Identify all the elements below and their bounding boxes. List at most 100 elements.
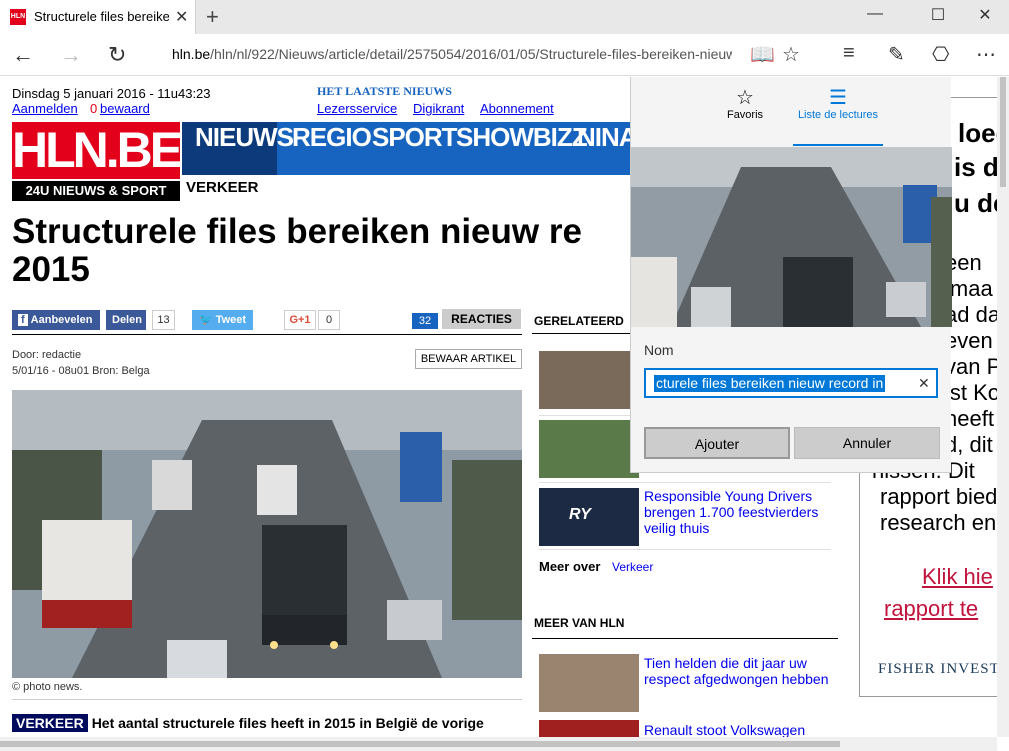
horizontal-scrollbar[interactable] xyxy=(0,737,997,751)
site-favicon-icon: HLN xyxy=(10,9,26,25)
share-icon[interactable]: ⎔ xyxy=(932,42,949,67)
headline-line-2: 2015 xyxy=(12,250,90,289)
ad-line-5: van P xyxy=(945,354,997,379)
refresh-icon[interactable]: ↻ xyxy=(108,42,126,68)
more-hln-link-1[interactable]: Tien helden die dit jaar uw respect afge… xyxy=(644,655,834,687)
reactions-button[interactable]: REACTIES xyxy=(442,309,521,329)
more-about-label: Meer over xyxy=(539,559,601,574)
related-header: GERELATEERD xyxy=(534,314,624,328)
more-icon[interactable]: ⋯ xyxy=(976,42,996,67)
paper-logo[interactable]: HET LAATSTE NIEUWS xyxy=(317,84,452,99)
name-input[interactable]: cturele files bereiken nieuw record in ✕ xyxy=(644,368,938,398)
cancel-button[interactable]: Annuler xyxy=(794,427,940,459)
tweet-button[interactable]: 🐦 Tweet xyxy=(192,310,253,330)
gplus-count: 0 xyxy=(318,310,340,330)
related-link-1[interactable]: Responsible Young Drivers brengen 1.700 … xyxy=(644,488,834,536)
reading-view-icon[interactable]: 📖 xyxy=(750,42,775,67)
save-article-button[interactable]: BEWAAR ARTIKEL xyxy=(415,349,522,369)
ad-brand: FISHER INVESTM xyxy=(878,661,997,677)
minimize-icon[interactable]: — xyxy=(860,5,890,23)
star-icon: ☆ xyxy=(736,87,754,109)
lead-tag[interactable]: VERKEER xyxy=(12,714,88,732)
reactions-count-badge[interactable]: 32 xyxy=(412,313,438,329)
hub-icon[interactable]: ≡ xyxy=(843,42,855,65)
ad-big-line-3: u de xyxy=(954,188,997,218)
related-thumb-2[interactable] xyxy=(539,420,639,478)
scroll-thumb[interactable] xyxy=(1000,77,1006,187)
divider xyxy=(12,334,522,335)
facebook-share-button[interactable]: Delen xyxy=(106,310,146,330)
ad-line-10: rapport bied xyxy=(880,484,997,509)
tab-indicator xyxy=(793,144,883,146)
nav-nieuws[interactable]: NIEUWS xyxy=(195,122,294,175)
site-logo[interactable]: HLN.BE xyxy=(12,122,183,179)
add-button[interactable]: Ajouter xyxy=(644,427,790,459)
ad-big-line-1: loed xyxy=(958,118,997,148)
nav-regio[interactable]: REGIO xyxy=(292,122,372,175)
more-hln-link-2[interactable]: Renault stoot Volkswagen xyxy=(644,722,834,737)
link-abonnement[interactable]: Abonnement xyxy=(480,101,554,116)
reading-list-icon: ☰ xyxy=(829,87,847,109)
close-tab-icon[interactable]: ✕ xyxy=(175,7,188,27)
divider xyxy=(539,549,831,550)
hscroll-thumb[interactable] xyxy=(0,741,840,747)
ad-line-2: imaa xyxy=(945,276,993,301)
saved-link[interactable]: bewaard xyxy=(100,101,150,116)
more-hln-thumb-1[interactable] xyxy=(539,654,639,712)
article-author: Door: redactie xyxy=(12,349,82,361)
login-link[interactable]: Aanmelden xyxy=(12,101,78,116)
related-thumb-3[interactable]: RY xyxy=(539,488,639,546)
ad-line-6: ist Ko xyxy=(945,380,997,405)
reading-list-panel: ☆ Favoris ☰ Liste de lectures Nom cturel… xyxy=(630,77,952,473)
ad-line-7: heeft xyxy=(945,406,994,431)
tab-reading-list[interactable]: ☰ Liste de lectures xyxy=(793,87,883,121)
divider xyxy=(539,482,831,483)
more-hln-header: MEER VAN HLN xyxy=(534,616,625,630)
tab-favorites[interactable]: ☆ Favoris xyxy=(726,87,764,121)
tab-bar: HLN Structurele files bereiken ✕ + — ☐ ✕ xyxy=(0,0,1009,34)
ad-line-8: d, dit xyxy=(945,432,993,457)
share-count: 13 xyxy=(152,310,175,330)
like-label: Aanbevelen xyxy=(30,314,93,326)
facebook-like-button[interactable]: f Aanbevelen xyxy=(12,310,100,330)
ad-link-2[interactable]: rapport te xyxy=(884,596,978,622)
tweet-label: Tweet xyxy=(215,314,247,326)
nav-nina[interactable]: NINA xyxy=(577,122,638,175)
ad-big-line-2: is d xyxy=(954,152,997,182)
url-path: /hln/nl/922/Nieuws/article/detail/257505… xyxy=(210,46,732,62)
link-lezersservice[interactable]: Lezersservice xyxy=(317,101,397,116)
web-note-icon[interactable]: ✎ xyxy=(888,42,905,67)
link-digikrant[interactable]: Digikrant xyxy=(413,101,464,116)
ryd-logo-icon: RY xyxy=(569,506,591,523)
ad-line-3: ad da xyxy=(945,302,997,327)
new-tab-icon[interactable]: + xyxy=(206,4,219,30)
subnav-verkeer[interactable]: VERKEER xyxy=(186,179,259,196)
article-lead: VERKEER Het aantal structurele files heef… xyxy=(12,713,522,733)
url-host: hln.be xyxy=(172,46,211,62)
more-about-link[interactable]: Verkeer xyxy=(612,560,653,574)
maximize-icon[interactable]: ☐ xyxy=(923,5,953,25)
name-input-value: cturele files bereiken nieuw record in xyxy=(654,375,886,392)
vertical-scrollbar[interactable] xyxy=(997,77,1009,737)
ad-line-4: even xyxy=(945,328,993,353)
gplus-button[interactable]: G+1 xyxy=(284,310,316,330)
reading-list-thumbnail xyxy=(631,147,952,327)
nav-showbizz[interactable]: SHOWBIZZ xyxy=(456,122,588,175)
clear-icon[interactable]: ✕ xyxy=(918,375,930,392)
active-tab[interactable]: HLN Structurele files bereiken ✕ xyxy=(0,0,196,34)
tab-favorites-label: Favoris xyxy=(726,109,764,121)
back-icon[interactable]: ← xyxy=(12,42,34,68)
url-field[interactable]: hln.be/hln/nl/922/Nieuws/article/detail/… xyxy=(172,46,732,62)
facebook-icon: f xyxy=(18,314,28,326)
photo-credit: © photo news. xyxy=(12,681,83,693)
favorite-star-icon[interactable]: ☆ xyxy=(782,42,800,67)
ad-link-1[interactable]: Klik hie xyxy=(922,564,993,590)
related-thumb-1[interactable] xyxy=(539,351,639,409)
article-photo[interactable] xyxy=(12,390,522,678)
nav-sport[interactable]: SPORT xyxy=(372,122,458,175)
saved-count: 0 xyxy=(90,101,98,116)
forward-icon[interactable]: → xyxy=(60,42,82,68)
lead-text: Het aantal structurele files heeft in 20… xyxy=(91,715,484,731)
close-window-icon[interactable]: ✕ xyxy=(970,5,1000,25)
more-hln-thumb-2[interactable] xyxy=(539,720,639,737)
